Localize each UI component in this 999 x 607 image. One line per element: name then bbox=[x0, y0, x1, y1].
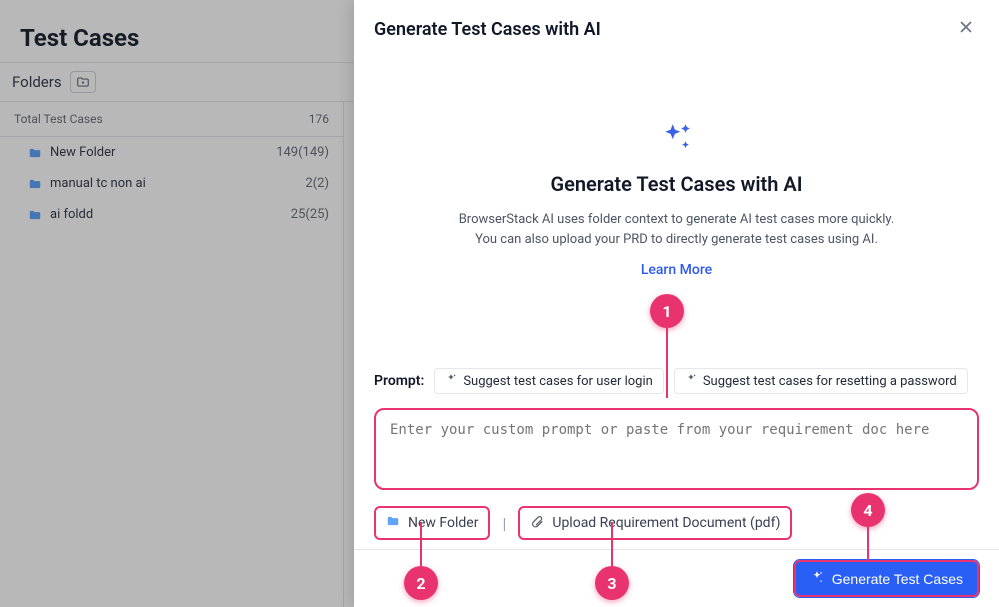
folder-count: 2(2) bbox=[305, 176, 329, 191]
folder-icon bbox=[28, 177, 42, 191]
folder-list: Total Test Cases 176 New Folder 149(149)… bbox=[0, 102, 344, 607]
folder-name: New Folder bbox=[50, 145, 276, 160]
sparkle-icon bbox=[810, 570, 824, 587]
folder-icon bbox=[28, 146, 42, 160]
separator: | bbox=[502, 514, 506, 533]
folder-count: 149(149) bbox=[276, 145, 329, 160]
callout-line bbox=[867, 527, 869, 561]
folder-icon bbox=[28, 208, 42, 222]
add-folder-icon bbox=[76, 75, 90, 89]
folder-selector-label: New Folder bbox=[408, 515, 478, 531]
list-item[interactable]: New Folder 149(149) bbox=[0, 137, 343, 168]
hero-line-1: BrowserStack AI uses folder context to g… bbox=[354, 210, 999, 230]
total-count: 176 bbox=[309, 112, 329, 126]
add-folder-button[interactable] bbox=[70, 71, 96, 93]
prompt-label: Prompt: bbox=[374, 373, 424, 389]
folder-name: manual tc non ai bbox=[50, 176, 305, 191]
paperclip-icon bbox=[530, 514, 544, 532]
upload-document-label: Upload Requirement Document (pdf) bbox=[552, 515, 780, 531]
primary-button-label: Generate Test Cases bbox=[832, 571, 963, 587]
hero-line-2: You can also upload your PRD to directly… bbox=[354, 230, 999, 250]
close-icon bbox=[957, 18, 975, 36]
suggestion-chip-login[interactable]: Suggest test cases for user login bbox=[434, 368, 664, 394]
callout-line bbox=[420, 522, 422, 566]
generate-test-cases-button[interactable]: Generate Test Cases bbox=[794, 560, 979, 597]
hero-title: Generate Test Cases with AI bbox=[354, 172, 999, 196]
list-item[interactable]: ai foldd 25(25) bbox=[0, 199, 343, 230]
callout-line bbox=[666, 328, 668, 398]
upload-document-button[interactable]: Upload Requirement Document (pdf) bbox=[518, 506, 792, 540]
folder-name: ai foldd bbox=[50, 207, 291, 222]
folder-selector[interactable]: New Folder bbox=[374, 506, 490, 540]
sparkle-icon bbox=[660, 120, 694, 158]
chip-label: Suggest test cases for resetting a passw… bbox=[703, 374, 957, 389]
folder-count: 25(25) bbox=[291, 207, 329, 222]
total-label: Total Test Cases bbox=[14, 112, 103, 126]
callout-4: 4 bbox=[851, 493, 885, 527]
callout-1: 1 bbox=[650, 294, 684, 328]
prompt-input[interactable] bbox=[374, 408, 979, 490]
close-button[interactable] bbox=[953, 14, 979, 44]
callout-2: 2 bbox=[404, 566, 438, 600]
callout-3: 3 bbox=[595, 566, 629, 600]
folders-label: Folders bbox=[12, 73, 62, 91]
list-item[interactable]: manual tc non ai 2(2) bbox=[0, 168, 343, 199]
modal-title: Generate Test Cases with AI bbox=[374, 19, 953, 40]
total-row: Total Test Cases 176 bbox=[0, 102, 343, 137]
sparkle-icon bbox=[445, 373, 457, 389]
learn-more-link[interactable]: Learn More bbox=[641, 262, 712, 278]
folder-icon bbox=[386, 514, 400, 532]
chip-label: Suggest test cases for user login bbox=[463, 374, 653, 389]
hero-section: Generate Test Cases with AI BrowserStack… bbox=[354, 120, 999, 278]
sparkle-icon bbox=[685, 373, 697, 389]
suggestion-chip-reset-password[interactable]: Suggest test cases for resetting a passw… bbox=[674, 368, 968, 394]
callout-line bbox=[611, 522, 613, 566]
